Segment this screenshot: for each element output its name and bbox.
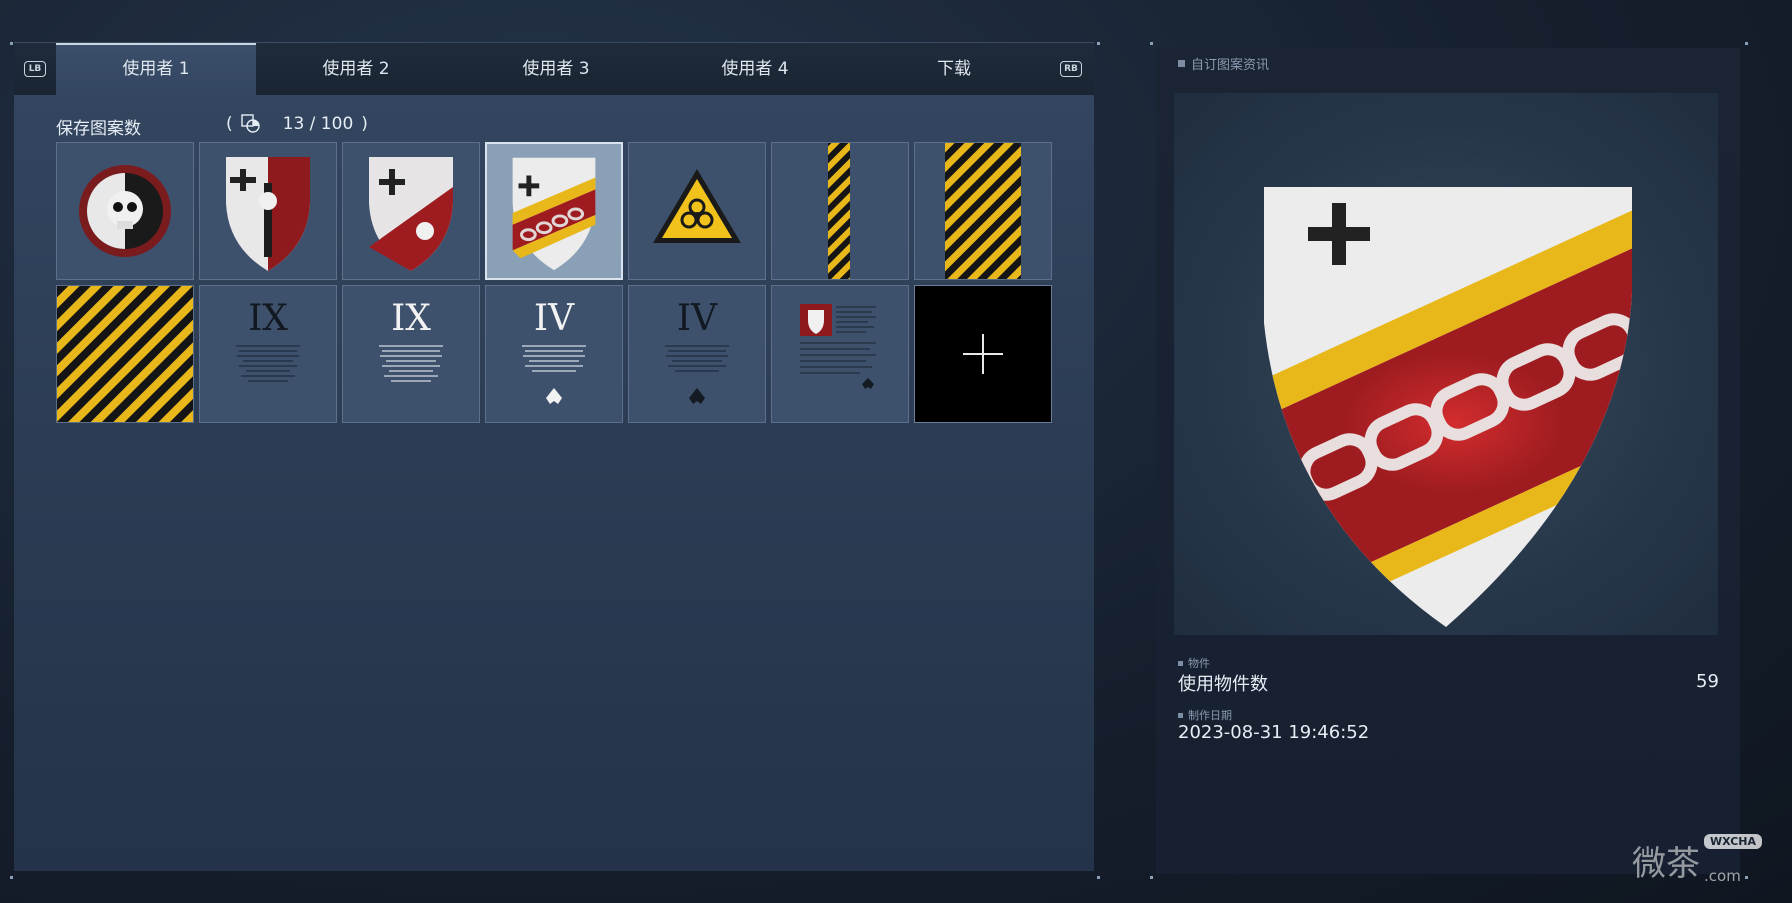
objects-section-header: 物件 <box>1178 655 1210 671</box>
tab-user-3[interactable]: 使用者 3 <box>456 43 656 96</box>
section-marker-icon <box>1178 712 1183 718</box>
rb-bumper-icon[interactable]: RB <box>1060 61 1082 77</box>
document-text-lines <box>232 342 304 385</box>
lb-bumper-icon[interactable]: LB <box>24 61 46 77</box>
plus-icon <box>963 334 1003 374</box>
hazard-stripe-medium-icon <box>945 143 1021 279</box>
tab-user-4[interactable]: 使用者 4 <box>655 43 855 96</box>
document-numeral: IX <box>248 298 288 339</box>
watermark-text: 微茶 <box>1632 844 1700 884</box>
saved-count-label: 保存图案数 <box>56 119 141 139</box>
shield-cross-red-skull-icon <box>369 157 453 271</box>
document-numeral: IX <box>391 298 431 339</box>
emblem-slot[interactable] <box>628 142 766 280</box>
date-section-header: 制作日期 <box>1178 707 1232 723</box>
hazard-stripe-narrow-icon <box>828 143 850 279</box>
emblem-preview <box>1174 93 1718 635</box>
emblem-slot[interactable]: IX <box>342 285 480 423</box>
open-paren: ( <box>226 114 233 134</box>
frame-corner <box>1150 876 1153 879</box>
section-marker-icon <box>1178 60 1185 67</box>
eagle-crest-icon <box>546 388 562 404</box>
shield-chain-icon <box>512 157 596 271</box>
shield-chain-preview-icon <box>1264 187 1632 627</box>
emblem-slot[interactable] <box>199 142 337 280</box>
emblem-slot[interactable]: IX <box>199 285 337 423</box>
frame-corner <box>10 42 13 45</box>
frame-corner <box>10 876 13 879</box>
tab-user-1[interactable]: 使用者 1 <box>56 43 256 98</box>
date-section-label: 制作日期 <box>1188 709 1232 722</box>
frame-corner <box>1150 42 1153 45</box>
saved-count: ( 13 / 100 ) <box>226 114 368 134</box>
emblem-slot[interactable]: IV <box>485 285 623 423</box>
watermark: 微茶 WXCHA .com <box>1632 834 1763 885</box>
objects-section-label: 物件 <box>1188 657 1210 670</box>
emblem-slot[interactable] <box>56 142 194 280</box>
tab-user-2[interactable]: 使用者 2 <box>256 43 456 96</box>
info-title-text: 自订图案资讯 <box>1191 58 1270 73</box>
hazard-stripe-square-icon <box>57 286 193 422</box>
emblem-slot[interactable] <box>342 142 480 280</box>
user-tab-bar: LB 使用者 1 使用者 2 使用者 3 使用者 4 下载 RB <box>14 42 1094 98</box>
skull-gear-emblem-icon <box>79 165 171 257</box>
biohazard-icon <box>653 169 741 243</box>
emblem-slot[interactable] <box>914 142 1052 280</box>
emblem-slot[interactable] <box>771 285 909 423</box>
frame-corner <box>1097 42 1100 45</box>
emblem-slot-icon <box>240 114 261 134</box>
emblem-slot[interactable] <box>56 285 194 423</box>
watermark-badge: WXCHA <box>1704 834 1763 849</box>
add-emblem-button[interactable] <box>914 285 1052 423</box>
objects-count-label: 使用物件数 <box>1178 674 1268 695</box>
emblem-slot-selected[interactable] <box>485 142 623 280</box>
objects-count-value: 59 <box>1696 671 1719 692</box>
tab-download[interactable]: 下载 <box>854 43 1054 96</box>
frame-corner <box>1745 42 1748 45</box>
eagle-crest-icon <box>689 388 705 404</box>
document-emblem-icon <box>800 304 876 389</box>
creation-date-value: 2023-08-31 19:46:52 <box>1178 722 1370 743</box>
frame-corner <box>1097 876 1100 879</box>
document-text-lines <box>375 342 447 385</box>
emblem-grid: IX IX IV IV <box>56 142 1056 423</box>
shield-cross-skull-icon <box>226 157 310 271</box>
info-title: 自订图案资讯 <box>1178 54 1269 73</box>
emblem-slot[interactable]: IV <box>628 285 766 423</box>
watermark-suffix: .com <box>1704 867 1741 885</box>
saved-count-value: 13 / 100 <box>282 114 354 134</box>
emblem-slot[interactable] <box>771 142 909 280</box>
close-paren: ) <box>361 114 368 134</box>
section-marker-icon <box>1178 660 1183 666</box>
